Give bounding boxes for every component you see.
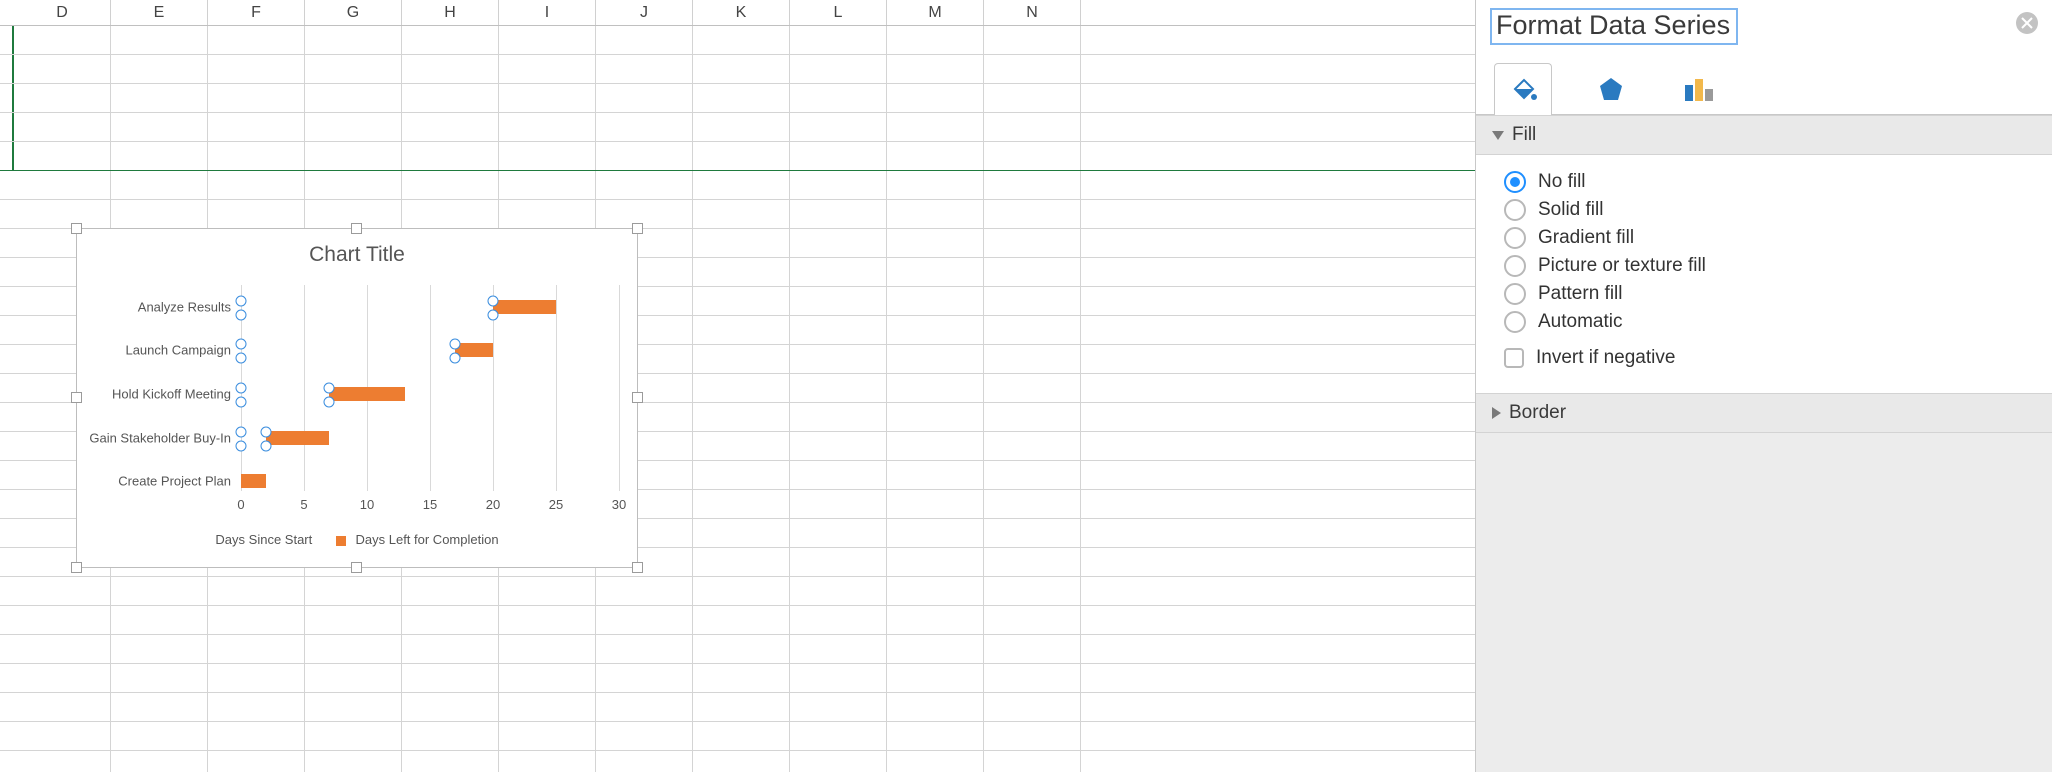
resize-handle[interactable] (632, 562, 643, 573)
legend-item[interactable]: Days Since Start (215, 532, 312, 547)
section-title: Fill (1512, 124, 1536, 146)
checkbox-invert-if-negative[interactable]: Invert if negative (1504, 347, 2036, 369)
section-title: Border (1509, 402, 1566, 424)
resize-handle[interactable] (71, 562, 82, 573)
legend-label: Days Since Start (215, 532, 312, 547)
format-pane: Format Data Series (1475, 0, 2052, 772)
radio-label: Pattern fill (1538, 283, 1622, 305)
legend-swatch-icon (336, 536, 346, 546)
pane-title-selection[interactable]: Format Data Series (1490, 8, 1738, 45)
column-header[interactable]: G (305, 0, 402, 25)
close-pane-button[interactable] (2016, 12, 2038, 34)
resize-handle[interactable] (351, 223, 362, 234)
column-header[interactable]: L (790, 0, 887, 25)
chart-title[interactable]: Chart Title (87, 243, 627, 267)
resize-handle[interactable] (632, 223, 643, 234)
radio-icon (1504, 171, 1526, 193)
radio-icon (1504, 283, 1526, 305)
column-header-row: D E F G H I J K L M N (0, 0, 1475, 26)
radio-label: Picture or texture fill (1538, 255, 1706, 277)
radio-no-fill[interactable]: No fill (1504, 171, 2036, 193)
bar-chart-icon (1683, 75, 1715, 103)
column-header[interactable]: F (208, 0, 305, 25)
radio-label: Gradient fill (1538, 227, 1634, 249)
column-header[interactable]: N (984, 0, 1081, 25)
column-header[interactable]: M (887, 0, 984, 25)
plot-area[interactable]: Analyze ResultsLaunch CampaignHold Kicko… (87, 285, 617, 491)
radio-label: No fill (1538, 171, 1586, 193)
radio-icon (1504, 311, 1526, 333)
format-pane-header: Format Data Series (1476, 0, 2052, 55)
column-header[interactable]: K (693, 0, 790, 25)
resize-handle[interactable] (632, 392, 643, 403)
fill-options: No fill Solid fill Gradient fill Picture… (1476, 155, 2052, 393)
chart-legend[interactable]: Days Since Start Days Left for Completio… (87, 532, 627, 547)
format-pane-tabs (1476, 55, 2052, 115)
legend-item[interactable]: Days Left for Completion (336, 532, 499, 547)
radio-icon (1504, 255, 1526, 277)
radio-gradient-fill[interactable]: Gradient fill (1504, 227, 2036, 249)
radio-pattern-fill[interactable]: Pattern fill (1504, 283, 2036, 305)
tab-series-options[interactable] (1670, 62, 1728, 114)
section-header-fill[interactable]: Fill (1476, 115, 2052, 155)
checkbox-label: Invert if negative (1536, 347, 1675, 369)
plot (241, 285, 617, 491)
panel-empty-area (1476, 433, 2052, 772)
checkbox-icon (1504, 348, 1524, 368)
radio-picture-fill[interactable]: Picture or texture fill (1504, 255, 2036, 277)
pane-title: Format Data Series (1496, 10, 1730, 40)
column-header[interactable]: H (402, 0, 499, 25)
spreadsheet-area[interactable]: D E F G H I J K L M N Chart Title (0, 0, 1475, 772)
radio-solid-fill[interactable]: Solid fill (1504, 199, 2036, 221)
paint-bucket-icon (1508, 75, 1538, 105)
column-header[interactable]: E (111, 0, 208, 25)
pentagon-icon (1597, 75, 1625, 103)
column-header[interactable]: D (14, 0, 111, 25)
radio-label: Solid fill (1538, 199, 1603, 221)
radio-icon (1504, 227, 1526, 249)
resize-handle[interactable] (351, 562, 362, 573)
embedded-chart[interactable]: Chart Title Analyze ResultsLaunch Campai… (76, 228, 638, 568)
column-header[interactable]: I (499, 0, 596, 25)
radio-automatic[interactable]: Automatic (1504, 311, 2036, 333)
category-axis-labels: Analyze ResultsLaunch CampaignHold Kicko… (87, 285, 237, 491)
tab-effects[interactable] (1582, 62, 1640, 114)
radio-icon (1504, 199, 1526, 221)
app-root: D E F G H I J K L M N Chart Title (0, 0, 2052, 772)
chart-canvas: Chart Title Analyze ResultsLaunch Campai… (87, 239, 627, 557)
close-icon (2021, 17, 2033, 29)
column-header[interactable]: J (596, 0, 693, 25)
gutter (0, 0, 14, 25)
resize-handle[interactable] (71, 392, 82, 403)
tab-fill-and-line[interactable] (1494, 63, 1552, 115)
section-header-border[interactable]: Border (1476, 393, 2052, 433)
collapse-icon (1492, 407, 1501, 419)
value-axis-ticks: 051015202530 (241, 497, 617, 515)
radio-label: Automatic (1538, 311, 1622, 333)
legend-label: Days Left for Completion (356, 532, 499, 547)
expand-icon (1492, 131, 1504, 140)
resize-handle[interactable] (71, 223, 82, 234)
